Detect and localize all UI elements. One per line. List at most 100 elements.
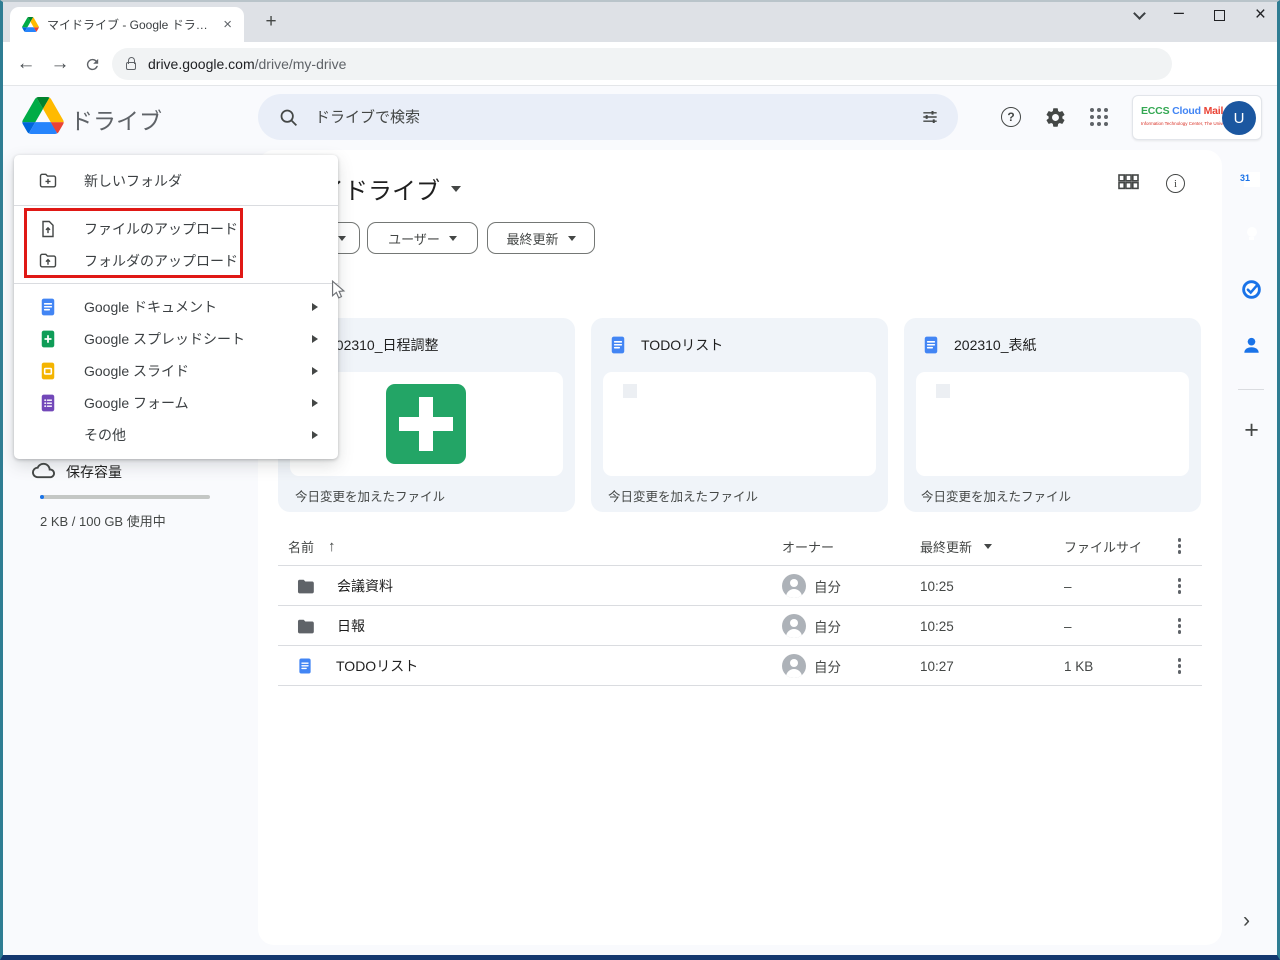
table-row[interactable]: TODOリスト 自分 10:27 1 KB bbox=[278, 646, 1202, 686]
browser-toolbar: ← → drive.google.com/drive/my-drive ☆ U bbox=[0, 42, 1280, 120]
reload-button[interactable] bbox=[76, 42, 108, 86]
browser-tab[interactable]: マイドライブ - Google ドライブ × bbox=[10, 7, 244, 42]
menu-item-label: Google フォーム bbox=[84, 395, 189, 411]
tasks-icon bbox=[1242, 280, 1261, 299]
address-bar[interactable]: drive.google.com/drive/my-drive bbox=[112, 48, 1172, 80]
main-content: マイドライブ i ユーザー 最終更新 202310_日程調整 今日変更を加えたフ… bbox=[258, 150, 1222, 945]
card-reason: 今日変更を加えたファイル bbox=[295, 490, 446, 504]
menu-item-google-slides[interactable]: Google スライド bbox=[14, 355, 338, 387]
submenu-arrow-icon bbox=[312, 367, 318, 375]
sort-asc-icon[interactable]: ↑ bbox=[328, 538, 336, 555]
modified-time: 10:25 bbox=[920, 618, 954, 634]
filter-chip-user[interactable]: ユーザー bbox=[367, 222, 478, 254]
menu-divider bbox=[14, 205, 338, 206]
url-domain: drive.google.com bbox=[148, 56, 255, 72]
lock-icon[interactable] bbox=[126, 57, 136, 70]
contacts-button[interactable] bbox=[1240, 334, 1263, 357]
info-button[interactable]: i bbox=[1166, 174, 1185, 193]
tab-search-chevron-icon[interactable] bbox=[1133, 6, 1146, 20]
highlight-annotation-box bbox=[24, 208, 243, 278]
search-options-icon[interactable] bbox=[920, 107, 940, 127]
window-controls: – × bbox=[1133, 3, 1266, 24]
get-addons-button[interactable]: + bbox=[1239, 416, 1264, 445]
chip-caret-icon bbox=[448, 235, 457, 241]
menu-item-label: Google スライド bbox=[84, 363, 190, 379]
header-modified[interactable]: 最終更新 bbox=[920, 526, 993, 566]
window-minimize-button[interactable]: – bbox=[1174, 3, 1184, 21]
browser-window: マイドライブ - Google ドライブ × + – × ← → drive.g… bbox=[0, 0, 1280, 960]
docs-file-icon bbox=[610, 335, 626, 355]
url-path: /drive/my-drive bbox=[254, 56, 347, 72]
account-avatar[interactable]: U bbox=[1222, 101, 1256, 135]
menu-item-more[interactable]: その他 bbox=[14, 419, 338, 451]
docs-file-icon bbox=[923, 335, 939, 355]
drive-favicon-icon bbox=[22, 17, 39, 32]
mouse-cursor bbox=[331, 280, 346, 299]
modified-time: 10:25 bbox=[920, 578, 954, 594]
account-badge[interactable]: ECCS Cloud Mail Information Technology C… bbox=[1132, 95, 1262, 140]
search-bar[interactable] bbox=[258, 94, 958, 140]
tab-title: マイドライブ - Google ドライブ bbox=[47, 18, 220, 32]
submenu-arrow-icon bbox=[312, 431, 318, 439]
cloud-icon bbox=[32, 462, 55, 479]
chip-modified-label: 最終更新 bbox=[506, 231, 559, 247]
menu-item-google-forms[interactable]: Google フォーム bbox=[14, 387, 338, 419]
menu-item-google-docs[interactable]: Google ドキュメント bbox=[14, 291, 338, 323]
url-text[interactable]: drive.google.com/drive/my-drive bbox=[148, 56, 346, 72]
eccs-part1: ECCS bbox=[1141, 105, 1170, 117]
grid-view-toggle[interactable] bbox=[1118, 174, 1139, 195]
chip-caret-icon bbox=[338, 235, 346, 241]
search-icon bbox=[280, 109, 297, 126]
reload-icon bbox=[86, 58, 98, 70]
gear-icon bbox=[1046, 107, 1064, 127]
tab-close-icon[interactable]: × bbox=[219, 16, 236, 33]
help-button[interactable]: ? bbox=[998, 104, 1024, 130]
card-title: 202310_表紙 bbox=[954, 337, 1037, 353]
back-button[interactable]: ← bbox=[10, 42, 42, 86]
menu-item-new-folder[interactable]: 新しいフォルダ bbox=[14, 163, 338, 199]
forward-button[interactable]: → bbox=[44, 42, 76, 86]
filter-chip-modified[interactable]: 最終更新 bbox=[487, 222, 595, 254]
eccs-tagline: Information Technology Center, The Unive… bbox=[1141, 121, 1223, 126]
calendar-button[interactable]: 31 bbox=[1240, 167, 1263, 190]
header-name[interactable]: 名前 ↑ bbox=[288, 526, 336, 566]
menu-item-google-sheets[interactable]: Google スプレッドシート bbox=[14, 323, 338, 355]
chip-caret-icon bbox=[567, 235, 576, 241]
suggestion-card[interactable]: 202310_表紙 今日変更を加えたファイル bbox=[904, 318, 1201, 512]
new-tab-button[interactable]: + bbox=[258, 9, 284, 35]
row-actions-kebab-icon[interactable] bbox=[1178, 606, 1182, 646]
table-row[interactable]: 日報 自分 10:25 – bbox=[278, 606, 1202, 646]
google-apps-button[interactable] bbox=[1086, 104, 1112, 130]
collapse-panel-chevron[interactable]: › bbox=[1243, 909, 1250, 933]
table-row[interactable]: 会議資料 自分 10:25 – bbox=[278, 566, 1202, 606]
row-actions-kebab-icon[interactable] bbox=[1178, 566, 1182, 606]
tasks-button[interactable] bbox=[1240, 278, 1263, 301]
menu-item-label: 新しいフォルダ bbox=[84, 173, 182, 189]
title-caret-icon bbox=[451, 185, 461, 192]
folder-icon bbox=[297, 579, 314, 593]
suggestion-card[interactable]: TODOリスト 今日変更を加えたファイル bbox=[591, 318, 888, 512]
row-actions-kebab-icon[interactable] bbox=[1178, 646, 1182, 686]
owner-name: 自分 bbox=[814, 620, 841, 635]
keep-button[interactable] bbox=[1240, 222, 1263, 245]
sheets-placeholder-icon bbox=[386, 384, 466, 464]
eccs-part3: Mail bbox=[1203, 105, 1224, 117]
drive-logo-text: ドライブ bbox=[70, 108, 162, 134]
sheets-icon bbox=[40, 329, 56, 349]
settings-button[interactable] bbox=[1042, 104, 1068, 130]
search-input[interactable] bbox=[315, 108, 920, 126]
storage-label[interactable]: 保存容量 bbox=[66, 462, 122, 482]
eccs-brand-text: ECCS Cloud Mail bbox=[1141, 105, 1223, 117]
card-thumbnail bbox=[603, 372, 876, 476]
header-owner[interactable]: オーナー bbox=[782, 526, 834, 566]
column-options-kebab-icon[interactable] bbox=[1178, 526, 1182, 566]
owner-name: 自分 bbox=[814, 580, 841, 595]
window-close-button[interactable]: × bbox=[1255, 5, 1266, 24]
docs-file-icon bbox=[298, 657, 312, 675]
header-size[interactable]: ファイルサイ bbox=[1064, 526, 1142, 566]
owner-avatar-icon bbox=[782, 574, 806, 598]
modified-time: 10:27 bbox=[920, 658, 954, 674]
forms-icon bbox=[41, 393, 55, 413]
file-table: 名前 ↑ オーナー 最終更新 ファイルサイ 会議資料 自分 10:25 – 日報… bbox=[278, 526, 1202, 686]
window-maximize-button[interactable] bbox=[1213, 9, 1225, 21]
